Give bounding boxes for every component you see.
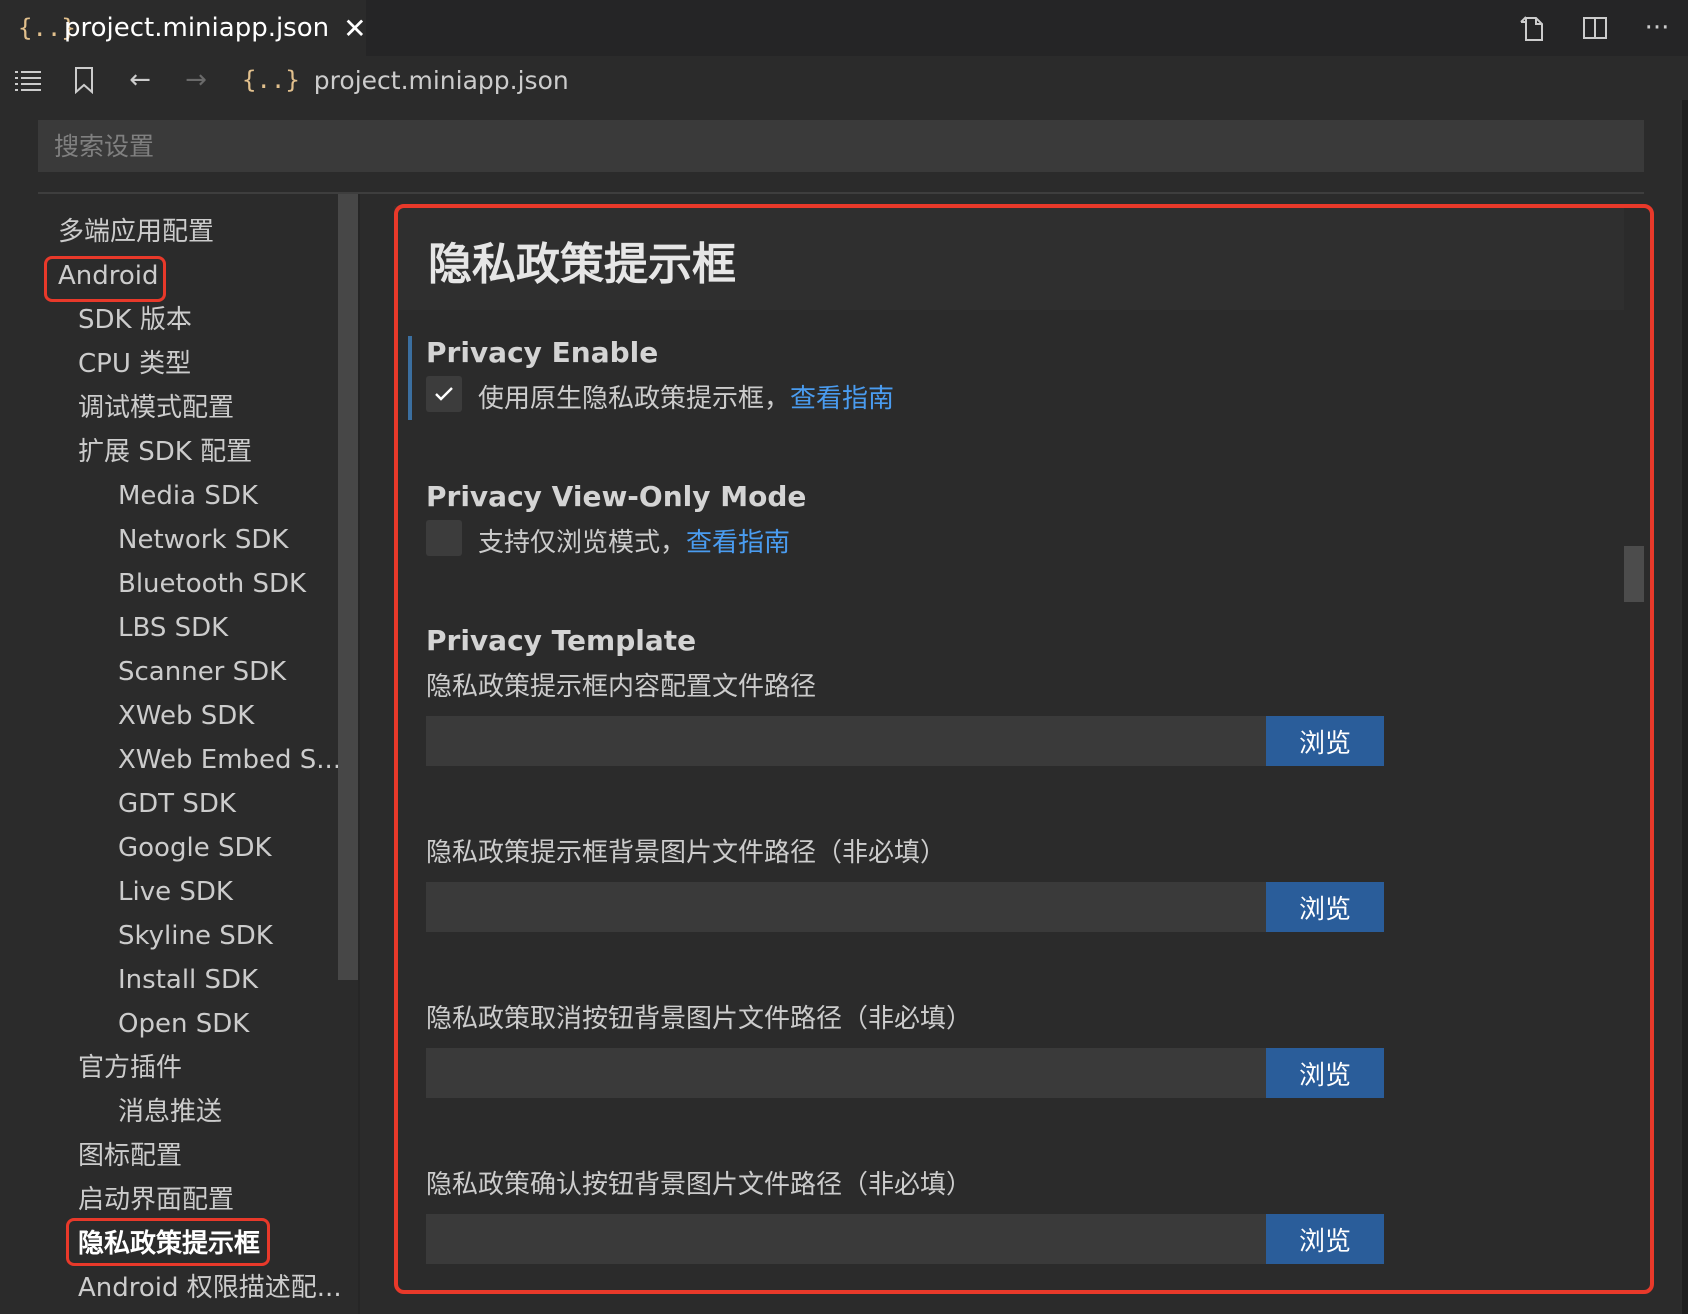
divider: [38, 192, 1644, 194]
tab-title: project.miniapp.json: [64, 13, 330, 43]
split-editor-icon[interactable]: [1564, 0, 1626, 56]
tree-item-extension-sdk[interactable]: 扩展 SDK 配置: [78, 432, 252, 472]
settings-toolbar: ← → {..} project.miniapp.json: [0, 56, 1688, 104]
tree-item-cpu-type[interactable]: CPU 类型: [78, 344, 191, 384]
back-arrow-icon[interactable]: ←: [112, 56, 168, 104]
highlight-settings-panel: [394, 204, 1654, 1294]
tree-item-open-sdk[interactable]: Open SDK: [118, 1004, 249, 1044]
open-file-icon[interactable]: [1502, 0, 1564, 56]
tree-item-live-sdk[interactable]: Live SDK: [118, 872, 233, 912]
tree-item-splash-config[interactable]: 启动界面配置: [78, 1180, 234, 1220]
tree-item-debug-mode[interactable]: 调试模式配置: [78, 388, 234, 428]
window-edge: [1682, 100, 1688, 1314]
editor-tab-bar: {..} project.miniapp.json ✕ ···: [0, 0, 1688, 56]
tree-item-sdk-version[interactable]: SDK 版本: [78, 300, 192, 340]
sidebar-scrollbar[interactable]: [338, 194, 358, 980]
tree-item-google-sdk[interactable]: Google SDK: [118, 828, 272, 868]
tree-item-scanner-sdk[interactable]: Scanner SDK: [118, 652, 286, 692]
tree-item-lbs-sdk[interactable]: LBS SDK: [118, 608, 228, 648]
tree-item-media-sdk[interactable]: Media SDK: [118, 476, 258, 516]
sidebar-separator: [358, 194, 360, 1314]
tree-item-gdt-sdk[interactable]: GDT SDK: [118, 784, 236, 824]
tree-item-icon-config[interactable]: 图标配置: [78, 1136, 182, 1176]
list-icon[interactable]: [0, 56, 56, 104]
breadcrumb[interactable]: project.miniapp.json: [314, 66, 569, 95]
tree-item-skyline-sdk[interactable]: Skyline SDK: [118, 916, 273, 956]
close-icon[interactable]: ✕: [343, 12, 366, 45]
bookmark-icon[interactable]: [56, 56, 112, 104]
editor-tab[interactable]: {..} project.miniapp.json ✕: [0, 0, 367, 56]
tree-item-network-sdk[interactable]: Network SDK: [118, 520, 288, 560]
tree-item-official-plugins[interactable]: 官方插件: [78, 1048, 182, 1088]
json-file-icon: {..}: [242, 66, 300, 94]
more-icon[interactable]: ···: [1626, 0, 1688, 56]
tree-item-xweb-sdk[interactable]: XWeb SDK: [118, 696, 254, 736]
json-file-icon: {..}: [18, 14, 76, 42]
settings-tree: 多端应用配置 Android SDK 版本 CPU 类型 调试模式配置 扩展 S…: [38, 200, 342, 1314]
tree-item-push-message[interactable]: 消息推送: [118, 1092, 222, 1132]
tree-item-android-permissions[interactable]: Android 权限描述配...: [78, 1268, 342, 1308]
highlight-privacy-dialog: [66, 1218, 270, 1266]
tree-item-install-sdk[interactable]: Install SDK: [118, 960, 258, 1000]
tab-actions: ···: [1502, 0, 1688, 56]
tree-item-multi-platform[interactable]: 多端应用配置: [58, 212, 214, 252]
search-input[interactable]: [38, 120, 1644, 172]
tree-item-bluetooth-sdk[interactable]: Bluetooth SDK: [118, 564, 306, 604]
highlight-android: [44, 256, 166, 302]
forward-arrow-icon[interactable]: →: [168, 56, 224, 104]
tree-item-xweb-embed-sdk[interactable]: XWeb Embed S...: [118, 740, 341, 780]
